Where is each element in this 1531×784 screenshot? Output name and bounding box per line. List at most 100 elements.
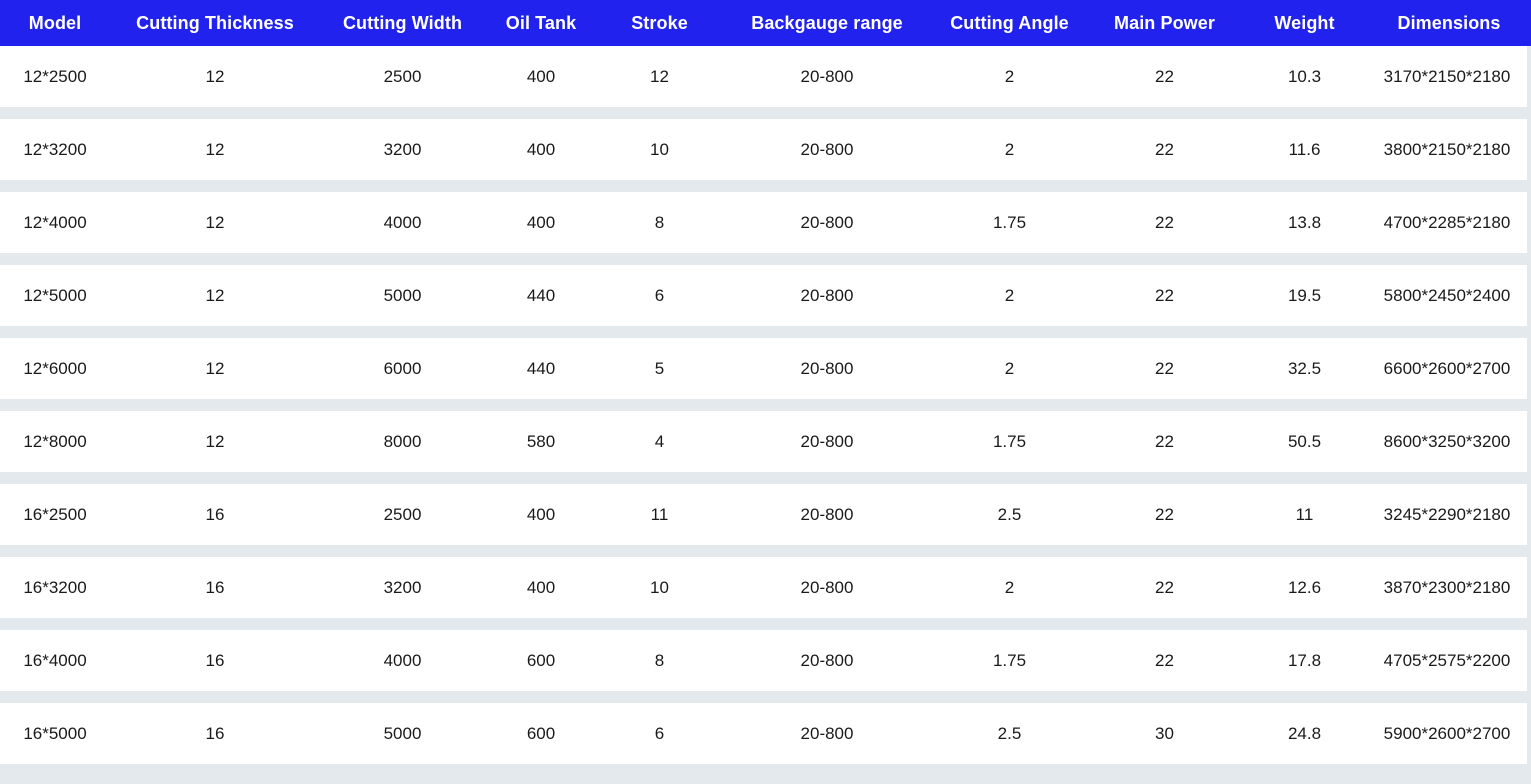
cell-backgauge-range: 20-800 [722, 332, 932, 405]
cell-cutting-thickness: 16 [110, 478, 320, 551]
cell-dimensions: 5900*2600*2700 [1367, 697, 1531, 770]
cell-dimensions: 8600*3250*3200 [1367, 405, 1531, 478]
table-row: 16*5000165000600620-8002.53024.85900*260… [0, 697, 1531, 770]
cell-cutting-thickness: 12 [110, 332, 320, 405]
cell-oil-tank: 400 [485, 46, 597, 113]
cell-cutting-thickness: 16 [110, 697, 320, 770]
cell-oil-tank: 600 [485, 697, 597, 770]
cell-stroke: 5 [597, 332, 722, 405]
cell-cutting-width: 2500 [320, 46, 485, 113]
cell-stroke: 6 [597, 259, 722, 332]
column-header-main-power: Main Power [1087, 0, 1242, 46]
cell-oil-tank: 600 [485, 624, 597, 697]
cell-cutting-angle: 1.75 [932, 405, 1087, 478]
column-header-oil-tank: Oil Tank [485, 0, 597, 46]
cell-weight: 50.5 [1242, 405, 1367, 478]
cell-main-power: 22 [1087, 551, 1242, 624]
cell-model: 12*2500 [0, 46, 110, 113]
cell-stroke: 8 [597, 624, 722, 697]
column-header-model: Model [0, 0, 110, 46]
cell-weight: 17.8 [1242, 624, 1367, 697]
cell-backgauge-range: 20-800 [722, 259, 932, 332]
cell-main-power: 22 [1087, 405, 1242, 478]
cell-main-power: 30 [1087, 697, 1242, 770]
table-row: 12*8000128000580420-8001.752250.58600*32… [0, 405, 1531, 478]
cell-main-power: 22 [1087, 332, 1242, 405]
cell-oil-tank: 400 [485, 186, 597, 259]
cell-backgauge-range: 20-800 [722, 478, 932, 551]
cell-stroke: 6 [597, 697, 722, 770]
cell-model: 12*6000 [0, 332, 110, 405]
cell-weight: 24.8 [1242, 697, 1367, 770]
cell-stroke: 8 [597, 186, 722, 259]
table-row: 16*25001625004001120-8002.522113245*2290… [0, 478, 1531, 551]
specification-table: Model Cutting Thickness Cutting Width Oi… [0, 0, 1531, 776]
cell-model: 16*2500 [0, 478, 110, 551]
cell-cutting-width: 2500 [320, 478, 485, 551]
cell-oil-tank: 440 [485, 259, 597, 332]
cell-oil-tank: 400 [485, 113, 597, 186]
cell-cutting-width: 4000 [320, 624, 485, 697]
cell-cutting-angle: 1.75 [932, 186, 1087, 259]
cell-cutting-width: 3200 [320, 551, 485, 624]
cell-weight: 13.8 [1242, 186, 1367, 259]
cell-backgauge-range: 20-800 [722, 113, 932, 186]
cell-cutting-thickness: 12 [110, 113, 320, 186]
cell-oil-tank: 400 [485, 551, 597, 624]
cell-backgauge-range: 20-800 [722, 186, 932, 259]
cell-dimensions: 4705*2575*2200 [1367, 624, 1531, 697]
table-body: 12*25001225004001220-80022210.33170*2150… [0, 46, 1531, 770]
column-header-weight: Weight [1242, 0, 1367, 46]
cell-oil-tank: 580 [485, 405, 597, 478]
cell-weight: 10.3 [1242, 46, 1367, 113]
cell-cutting-width: 8000 [320, 405, 485, 478]
cell-cutting-angle: 2.5 [932, 697, 1087, 770]
cell-dimensions: 5800*2450*2400 [1367, 259, 1531, 332]
table-row: 12*4000124000400820-8001.752213.84700*22… [0, 186, 1531, 259]
cell-dimensions: 3870*2300*2180 [1367, 551, 1531, 624]
cell-cutting-thickness: 16 [110, 551, 320, 624]
cell-main-power: 22 [1087, 186, 1242, 259]
cell-model: 16*3200 [0, 551, 110, 624]
cell-cutting-angle: 2 [932, 332, 1087, 405]
cell-weight: 11.6 [1242, 113, 1367, 186]
cell-cutting-thickness: 12 [110, 186, 320, 259]
column-header-dimensions: Dimensions [1367, 0, 1531, 46]
cell-model: 12*4000 [0, 186, 110, 259]
cell-weight: 12.6 [1242, 551, 1367, 624]
cell-model: 16*4000 [0, 624, 110, 697]
cell-cutting-width: 3200 [320, 113, 485, 186]
cell-backgauge-range: 20-800 [722, 697, 932, 770]
cell-dimensions: 3170*2150*2180 [1367, 46, 1531, 113]
cell-model: 12*8000 [0, 405, 110, 478]
column-header-cutting-width: Cutting Width [320, 0, 485, 46]
cell-cutting-width: 5000 [320, 259, 485, 332]
cell-backgauge-range: 20-800 [722, 46, 932, 113]
cell-cutting-thickness: 12 [110, 405, 320, 478]
cell-model: 16*5000 [0, 697, 110, 770]
cell-dimensions: 3800*2150*2180 [1367, 113, 1531, 186]
column-header-backgauge-range: Backgauge range [722, 0, 932, 46]
cell-main-power: 22 [1087, 113, 1242, 186]
cell-cutting-thickness: 12 [110, 46, 320, 113]
cell-main-power: 22 [1087, 46, 1242, 113]
table-header: Model Cutting Thickness Cutting Width Oi… [0, 0, 1531, 46]
cell-model: 12*5000 [0, 259, 110, 332]
table-row: 16*32001632004001020-80022212.63870*2300… [0, 551, 1531, 624]
cell-stroke: 12 [597, 46, 722, 113]
cell-oil-tank: 440 [485, 332, 597, 405]
cell-cutting-angle: 1.75 [932, 624, 1087, 697]
header-row: Model Cutting Thickness Cutting Width Oi… [0, 0, 1531, 46]
cell-cutting-thickness: 12 [110, 259, 320, 332]
cell-dimensions: 6600*2600*2700 [1367, 332, 1531, 405]
cell-weight: 32.5 [1242, 332, 1367, 405]
cell-dimensions: 4700*2285*2180 [1367, 186, 1531, 259]
cell-cutting-angle: 2 [932, 46, 1087, 113]
cell-stroke: 11 [597, 478, 722, 551]
cell-backgauge-range: 20-800 [722, 624, 932, 697]
column-header-cutting-thickness: Cutting Thickness [110, 0, 320, 46]
cell-cutting-thickness: 16 [110, 624, 320, 697]
cell-cutting-width: 5000 [320, 697, 485, 770]
cell-weight: 19.5 [1242, 259, 1367, 332]
cell-cutting-width: 6000 [320, 332, 485, 405]
